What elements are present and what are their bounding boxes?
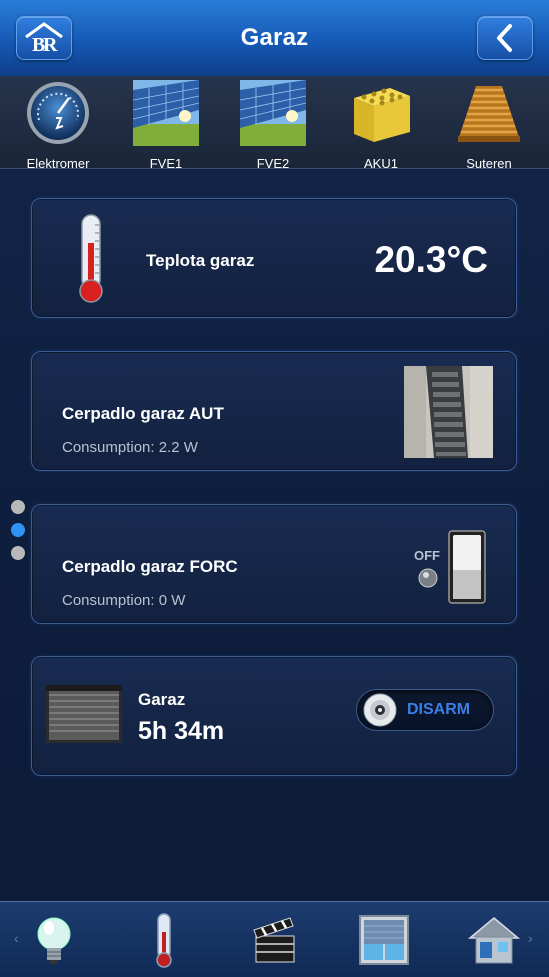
rocker-switch[interactable] [448,530,486,604]
window-blinds-icon[interactable] [354,910,414,970]
solar-panel-icon [240,80,306,146]
room-label: Suteren [466,156,512,171]
room-label: Elektromer [26,156,90,171]
clapperboard-icon[interactable] [244,910,304,970]
room-label: AKU1 [364,156,398,171]
back-button[interactable] [477,16,533,60]
device-name: Cerpadlo garaz FORC [62,557,238,576]
solar-panel-icon [133,80,199,146]
room-aku1[interactable]: AKU1 [331,80,431,171]
door-elapsed-time: 5h 34m [138,717,225,745]
disarm-disc-icon [363,693,397,727]
door-name: Garaz [138,690,186,709]
sensor-name: Teplota garaz [146,251,255,270]
room-elektromer[interactable]: Elektromer [8,80,108,171]
page-dot[interactable] [11,546,25,560]
chevron-left-icon[interactable]: ‹ [14,930,19,946]
page-dot-active[interactable] [11,523,25,537]
room-fve1[interactable]: FVE1 [116,80,216,171]
battery-pack-icon [354,88,410,142]
consumption-text: Consumption: 0 W [62,592,186,609]
temperature-card[interactable]: Teplota garaz 20.3°C [31,198,517,318]
disarm-button[interactable]: DISARM [356,689,494,731]
light-bulb-icon[interactable] [24,910,84,970]
stairs-icon [458,86,520,142]
house-icon[interactable] [464,910,524,970]
temperature-value: 20.3°C [374,239,488,280]
thermometer-icon[interactable] [134,910,194,970]
disarm-label: DISARM [407,701,471,718]
header-bar: B R Garaz [0,0,549,76]
status-led-icon [418,568,438,588]
garage-door-card[interactable]: Garaz 5h 34m DISARM [31,656,517,776]
room-fve2[interactable]: FVE2 [223,80,323,171]
thermometer-icon [79,214,103,303]
room-strip: Elektromer FVE1 FVE2 AKU1 Suteren [0,76,549,171]
room-label: FVE1 [149,156,183,171]
consumption-text: Consumption: 2.2 W [62,439,198,456]
pump-forc-card[interactable]: Cerpadlo garaz FORC Consumption: 0 W OFF [31,504,517,624]
room-suteren[interactable]: Suteren [439,80,539,171]
page-title: Garaz [240,24,309,51]
room-label: FVE2 [256,156,290,171]
pump-aut-card[interactable]: Cerpadlo garaz AUT Consumption: 2.2 W [31,351,517,471]
chevron-left-icon [497,24,512,52]
power-meter-icon [27,82,89,144]
chevron-right-icon[interactable]: › [528,930,533,946]
page-dot[interactable] [11,500,25,514]
bottom-nav: ‹ › [0,901,549,977]
page-indicator [11,500,25,569]
drain-channel-icon [404,366,493,458]
switch-state-label: OFF [414,548,440,563]
device-name: Cerpadlo garaz AUT [62,404,224,423]
garage-door-icon [46,685,122,743]
